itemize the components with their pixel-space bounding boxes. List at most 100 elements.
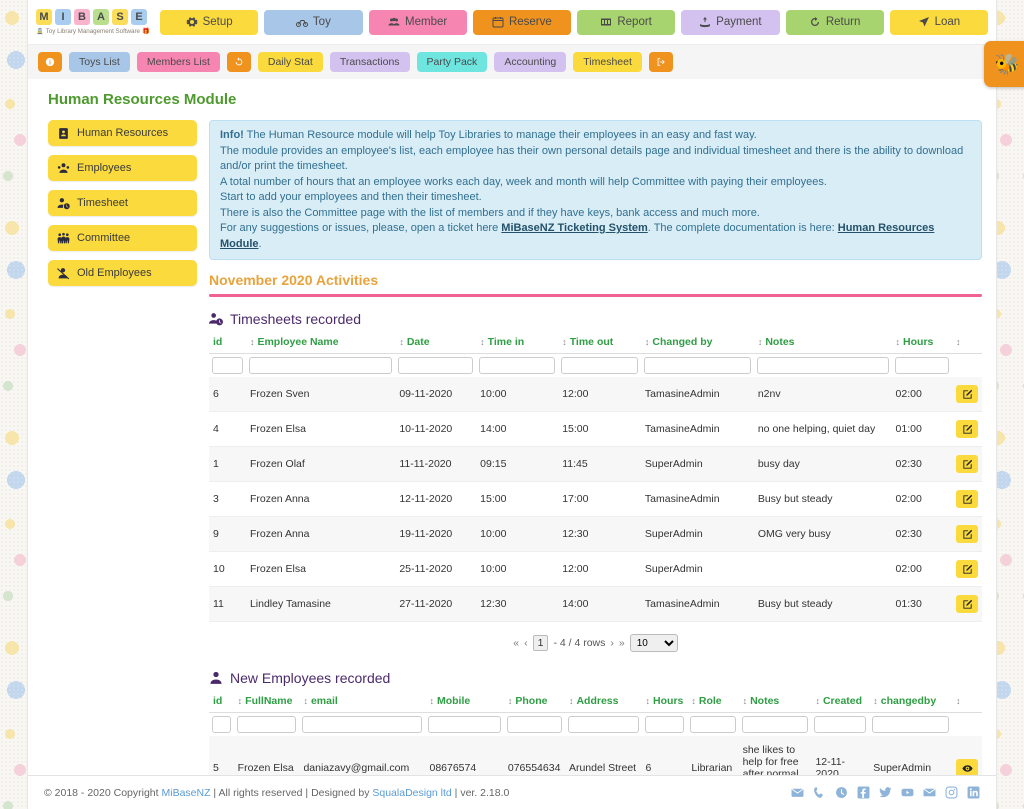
page-size-select[interactable]: 102550100: [629, 634, 678, 652]
column-header-id[interactable]: id: [209, 693, 234, 713]
column-header-created[interactable]: ↕ Created: [811, 693, 870, 713]
nav-button-report[interactable]: Report: [577, 9, 676, 35]
app-logo[interactable]: MIBASE 🚊 Toy Library Management Software…: [32, 9, 154, 35]
filter-input-date[interactable]: [398, 357, 474, 374]
subnav-button-daily-stat[interactable]: Daily Stat: [257, 52, 323, 72]
column-header-address[interactable]: ↕ Address: [564, 693, 642, 713]
subnav-refresh-icon[interactable]: [226, 52, 251, 72]
sidebar-item-old-employees[interactable]: Old Employees: [48, 260, 197, 286]
cell-notes: OMG very busy: [753, 516, 892, 552]
twitter-icon[interactable]: [879, 786, 892, 799]
pagination-last[interactable]: »: [619, 637, 625, 649]
filter-input-time-out[interactable]: [561, 357, 638, 374]
subnav-logout-icon[interactable]: [648, 52, 673, 72]
subnav-button-transactions[interactable]: Transactions: [329, 52, 410, 72]
column-header-phone[interactable]: ↕ Phone: [503, 693, 565, 713]
nav-button-setup[interactable]: Setup: [160, 9, 259, 35]
subnav-button-toys-list[interactable]: Toys List: [69, 52, 130, 72]
pagination-current-page[interactable]: 1: [532, 635, 549, 651]
filter-input-hours[interactable]: [894, 357, 949, 374]
column-header-changedby[interactable]: ↕ changedby: [869, 693, 952, 713]
filter-input-notes[interactable]: [756, 357, 889, 374]
instagram-icon[interactable]: [945, 786, 958, 799]
facebook-icon[interactable]: [857, 786, 870, 799]
youtube-icon[interactable]: [901, 786, 914, 799]
filter-input-mobile[interactable]: [428, 716, 501, 733]
column-header-notes[interactable]: ↕ Notes: [753, 334, 892, 354]
mibasenz-link[interactable]: MiBaseNZ: [161, 787, 210, 799]
nav-button-return[interactable]: Return: [785, 9, 884, 35]
page-footer: © 2018 - 2020 Copyright MiBaseNZ | All r…: [28, 775, 996, 809]
nav-button-member[interactable]: Member: [368, 9, 467, 35]
edit-timesheet-button[interactable]: [956, 455, 978, 473]
cell-time-out: 15:00: [558, 411, 641, 447]
linkedin-icon[interactable]: [967, 786, 980, 799]
nav-button-payment[interactable]: Payment: [681, 9, 780, 35]
column-header-hours[interactable]: ↕ Hours: [891, 334, 952, 354]
cell-employee-name: Lindley Tamasine: [245, 586, 396, 622]
edit-timesheet-button[interactable]: [956, 420, 978, 438]
filter-input-employee-name[interactable]: [248, 357, 393, 374]
column-header-employee-name[interactable]: ↕ Employee Name: [245, 334, 396, 354]
edit-timesheet-button[interactable]: [956, 560, 978, 578]
view-employee-button[interactable]: [956, 759, 978, 775]
column-header-label: Changed by: [652, 336, 713, 348]
column-header-actions[interactable]: ↕: [951, 693, 982, 713]
filter-input-created[interactable]: [814, 716, 867, 733]
filter-input-address[interactable]: [567, 716, 639, 733]
pagination-prev[interactable]: ‹: [524, 637, 528, 649]
cell-id: 1: [209, 446, 246, 482]
filter-input-phone[interactable]: [506, 716, 562, 733]
column-header-fullname[interactable]: ↕ FullName: [233, 693, 300, 713]
column-header-mobile[interactable]: ↕ Mobile: [425, 693, 504, 713]
subnav-button-timesheet[interactable]: Timesheet: [573, 52, 642, 72]
column-header-changed-by[interactable]: ↕ Changed by: [640, 334, 754, 354]
mail-icon[interactable]: [923, 786, 936, 799]
pagination-next[interactable]: ›: [610, 637, 614, 649]
subnav-button-members-list[interactable]: Members List: [136, 52, 220, 72]
column-header-time-in[interactable]: ↕ Time in: [476, 334, 559, 354]
column-header-id[interactable]: id: [209, 334, 246, 354]
sidebar-item-committee[interactable]: Committee: [48, 225, 197, 251]
cell-time-out: 14:00: [558, 586, 641, 622]
column-header-date[interactable]: ↕ Date: [395, 334, 477, 354]
squaladesign-link[interactable]: SqualaDesign ltd: [372, 787, 451, 799]
pagination-first[interactable]: «: [513, 637, 519, 649]
sidebar-item-human-resources[interactable]: Human Resources: [48, 120, 197, 146]
column-header-notes[interactable]: ↕ Notes: [738, 693, 812, 713]
filter-input-changed-by[interactable]: [643, 357, 751, 374]
filter-input-time-in[interactable]: [479, 357, 556, 374]
column-header-role[interactable]: ↕ Role: [687, 693, 739, 713]
edit-timesheet-button[interactable]: [956, 490, 978, 508]
filter-input-role[interactable]: [690, 716, 736, 733]
cell-hours: 02:00: [891, 377, 952, 412]
edit-timesheet-button[interactable]: [956, 525, 978, 543]
clock-icon[interactable]: [835, 786, 848, 799]
filter-input-fullname[interactable]: [236, 716, 297, 733]
sidebar-item-employees[interactable]: Employees: [48, 155, 197, 181]
nav-button-toy[interactable]: Toy: [264, 9, 363, 35]
subnav-info-circle-icon[interactable]: [38, 52, 62, 72]
subnav-button-accounting[interactable]: Accounting: [494, 52, 567, 72]
phone-icon[interactable]: [813, 786, 826, 799]
edit-timesheet-button[interactable]: [956, 595, 978, 613]
column-header-email[interactable]: ↕ email: [299, 693, 426, 713]
envelope-icon[interactable]: [791, 786, 804, 799]
column-header-label: Mobile: [436, 695, 471, 707]
sidebar-item-timesheet[interactable]: Timesheet: [48, 190, 197, 216]
nav-button-label: Report: [617, 16, 652, 28]
filter-input-email[interactable]: [302, 716, 423, 733]
filter-input-notes[interactable]: [741, 716, 809, 733]
edit-timesheet-button[interactable]: [956, 385, 978, 403]
filter-input-changedby[interactable]: [872, 716, 949, 733]
nav-button-reserve[interactable]: Reserve: [472, 9, 571, 35]
nav-button-loan[interactable]: Loan: [889, 9, 988, 35]
filter-input-id[interactable]: [212, 357, 243, 374]
column-header-time-out[interactable]: ↕ Time out: [558, 334, 641, 354]
column-header-hours[interactable]: ↕ Hours: [641, 693, 688, 713]
column-header-actions[interactable]: ↕: [951, 334, 982, 354]
filter-input-id[interactable]: [212, 716, 231, 733]
subnav-button-party-pack[interactable]: Party Pack: [416, 52, 488, 72]
filter-input-hours[interactable]: [644, 716, 685, 733]
ticketing-system-link[interactable]: MiBaseNZ Ticketing System: [501, 222, 648, 234]
